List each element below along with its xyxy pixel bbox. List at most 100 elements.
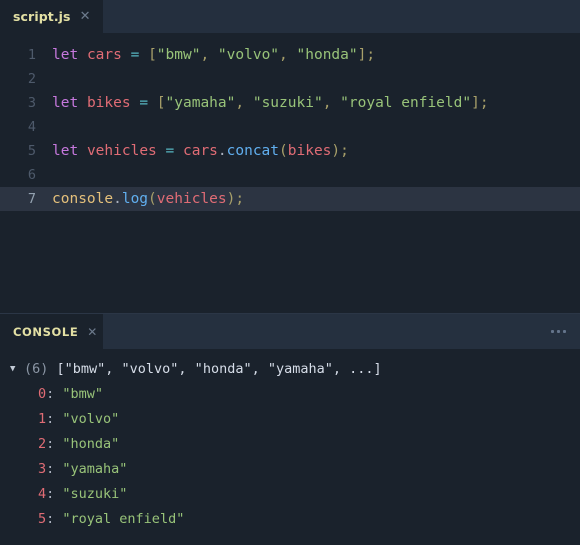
token-var: cars	[86, 47, 122, 63]
token-str: "honda"	[296, 47, 358, 63]
token-obj: console	[52, 191, 114, 207]
token-var: vehicles	[156, 191, 227, 207]
entry-index: 0	[38, 386, 47, 402]
entry-index: 5	[38, 511, 47, 527]
token-pun: (	[148, 191, 157, 207]
code-line[interactable]: 4	[0, 115, 580, 139]
console-array-header[interactable]: ▼ (6) ["bmw", "volvo", "honda", "yamaha",…	[0, 357, 580, 382]
console-output[interactable]: ▼ (6) ["bmw", "volvo", "honda", "yamaha",…	[0, 349, 580, 545]
console-array-entry[interactable]: 2: "honda"	[0, 432, 580, 457]
tab-script-js[interactable]: script.js ✕	[0, 0, 103, 33]
code-line[interactable]: 2	[0, 67, 580, 91]
token-kw: let	[52, 143, 79, 159]
token-fn: log	[121, 191, 149, 207]
token-pun: ,	[200, 47, 210, 63]
token-str: "volvo"	[217, 47, 280, 63]
console-array-entry[interactable]: 4: "suzuki"	[0, 482, 580, 507]
entry-value: "yamaha"	[62, 461, 128, 477]
token-kw: let	[52, 95, 79, 111]
token-var: bikes	[86, 95, 131, 111]
entry-separator: :	[46, 461, 63, 477]
console-array-entry[interactable]: 3: "yamaha"	[0, 457, 580, 482]
line-number: 7	[27, 191, 36, 207]
token-str: "yamaha"	[165, 95, 236, 111]
close-icon[interactable]: ✕	[80, 10, 91, 23]
token-kw: let	[52, 47, 79, 63]
close-icon[interactable]: ✕	[87, 326, 97, 338]
line-number: 2	[27, 71, 36, 87]
token-pun: ,	[235, 95, 245, 111]
code-line[interactable]: 3 let bikes = ["yamaha", "suzuki", "royal…	[0, 91, 580, 115]
array-length: (6)	[24, 361, 57, 377]
entry-value: "royal enfield"	[62, 511, 185, 527]
token-pun: (	[279, 143, 288, 159]
entry-value: "bmw"	[62, 386, 104, 402]
code-editor-area[interactable]: 1 let cars = ["bmw", "volvo", "honda"]; 2 3…	[0, 33, 580, 313]
code-line[interactable]: 7 console.log(vehicles);	[0, 187, 580, 211]
token-var: cars	[182, 143, 218, 159]
console-array-entry[interactable]: 0: "bmw"	[0, 382, 580, 407]
token-fn: concat	[226, 143, 280, 159]
dot	[557, 330, 560, 333]
token-pun: ];	[471, 95, 489, 111]
editor-tab-bar: script.js ✕	[0, 0, 580, 33]
token-pun: ,	[279, 47, 288, 63]
entry-index: 2	[38, 436, 47, 452]
entry-value: "honda"	[62, 436, 120, 452]
code-text: let bikes = ["yamaha", "suzuki", "royal …	[36, 91, 489, 115]
token-op: =	[165, 143, 175, 159]
token-op: =	[139, 95, 149, 111]
expand-triangle-icon[interactable]: ▼	[10, 357, 24, 382]
code-line[interactable]: 5 let vehicles = cars.concat(bikes);	[0, 139, 580, 163]
line-number: 3	[27, 95, 36, 111]
entry-index: 1	[38, 411, 47, 427]
console-array-entry[interactable]: 1: "volvo"	[0, 407, 580, 432]
token-pun: ];	[357, 47, 376, 63]
code-text: let vehicles = cars.concat(bikes);	[36, 139, 349, 163]
entry-separator: :	[46, 436, 63, 452]
token-var: bikes	[287, 143, 332, 159]
entry-index: 3	[38, 461, 47, 477]
token-str: "royal enfield"	[340, 95, 472, 111]
token-pun: );	[226, 191, 245, 207]
token-plain: .	[113, 191, 122, 207]
tab-label: script.js	[13, 9, 71, 24]
dot	[551, 330, 554, 333]
console-panel: CONSOLE ✕ ▼ (6) ["bmw", "volvo", "honda",…	[0, 313, 580, 545]
array-preview: ["bmw", "volvo", "honda", "yamaha", ...]	[56, 361, 382, 377]
console-array-entry[interactable]: 5: "royal enfield"	[0, 507, 580, 532]
entry-value: "suzuki"	[62, 486, 128, 502]
entry-value: "volvo"	[62, 411, 120, 427]
line-number: 5	[27, 143, 36, 159]
entry-separator: :	[46, 486, 63, 502]
more-options-icon[interactable]	[547, 314, 570, 349]
entry-separator: :	[46, 511, 63, 527]
token-pun: [	[148, 47, 157, 63]
code-text: console.log(vehicles);	[36, 187, 244, 211]
console-tab-label: CONSOLE	[13, 324, 79, 339]
line-number: 4	[27, 119, 36, 135]
token-plain: .	[217, 143, 227, 159]
entry-separator: :	[46, 386, 63, 402]
line-number: 6	[27, 167, 36, 183]
tab-console[interactable]: CONSOLE ✕	[0, 314, 103, 349]
token-str: "bmw"	[156, 47, 201, 63]
code-line[interactable]: 6	[0, 163, 580, 187]
token-pun: );	[331, 143, 349, 159]
console-header: CONSOLE ✕	[0, 314, 580, 349]
code-line[interactable]: 1 let cars = ["bmw", "volvo", "honda"];	[0, 43, 580, 67]
